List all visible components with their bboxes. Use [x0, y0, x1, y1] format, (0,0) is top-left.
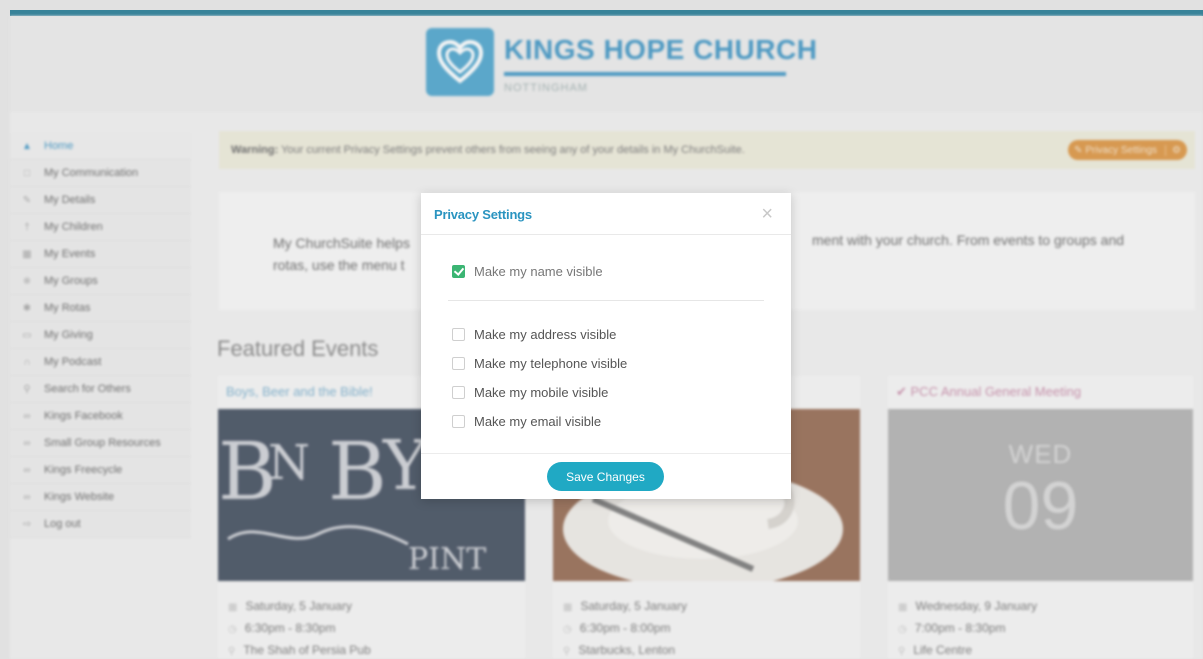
privacy-settings-modal: Privacy Settings × Make my name visible …	[421, 193, 791, 499]
modal-footer-divider	[421, 453, 791, 454]
option-name-visible[interactable]: Make my name visible	[452, 264, 603, 279]
close-icon[interactable]: ×	[761, 203, 773, 226]
checkbox-telephone-visible[interactable]	[452, 357, 465, 370]
checkbox-name-visible[interactable]	[452, 265, 465, 278]
modal-divider	[448, 300, 764, 301]
option-email-visible[interactable]: Make my email visible	[452, 414, 601, 429]
checkbox-mobile-visible[interactable]	[452, 386, 465, 399]
option-label: Make my mobile visible	[474, 385, 609, 400]
option-label: Make my address visible	[474, 327, 617, 342]
option-label: Make my telephone visible	[474, 356, 628, 371]
option-label: Make my name visible	[474, 264, 603, 279]
checkbox-email-visible[interactable]	[452, 415, 465, 428]
modal-title: Privacy Settings	[434, 207, 532, 222]
modal-header: Privacy Settings ×	[421, 193, 791, 235]
save-changes-button[interactable]: Save Changes	[547, 462, 664, 491]
checkbox-address-visible[interactable]	[452, 328, 465, 341]
option-address-visible[interactable]: Make my address visible	[452, 327, 616, 342]
option-label: Make my email visible	[474, 414, 602, 429]
option-telephone-visible[interactable]: Make my telephone visible	[452, 356, 627, 371]
option-mobile-visible[interactable]: Make my mobile visible	[452, 385, 608, 400]
